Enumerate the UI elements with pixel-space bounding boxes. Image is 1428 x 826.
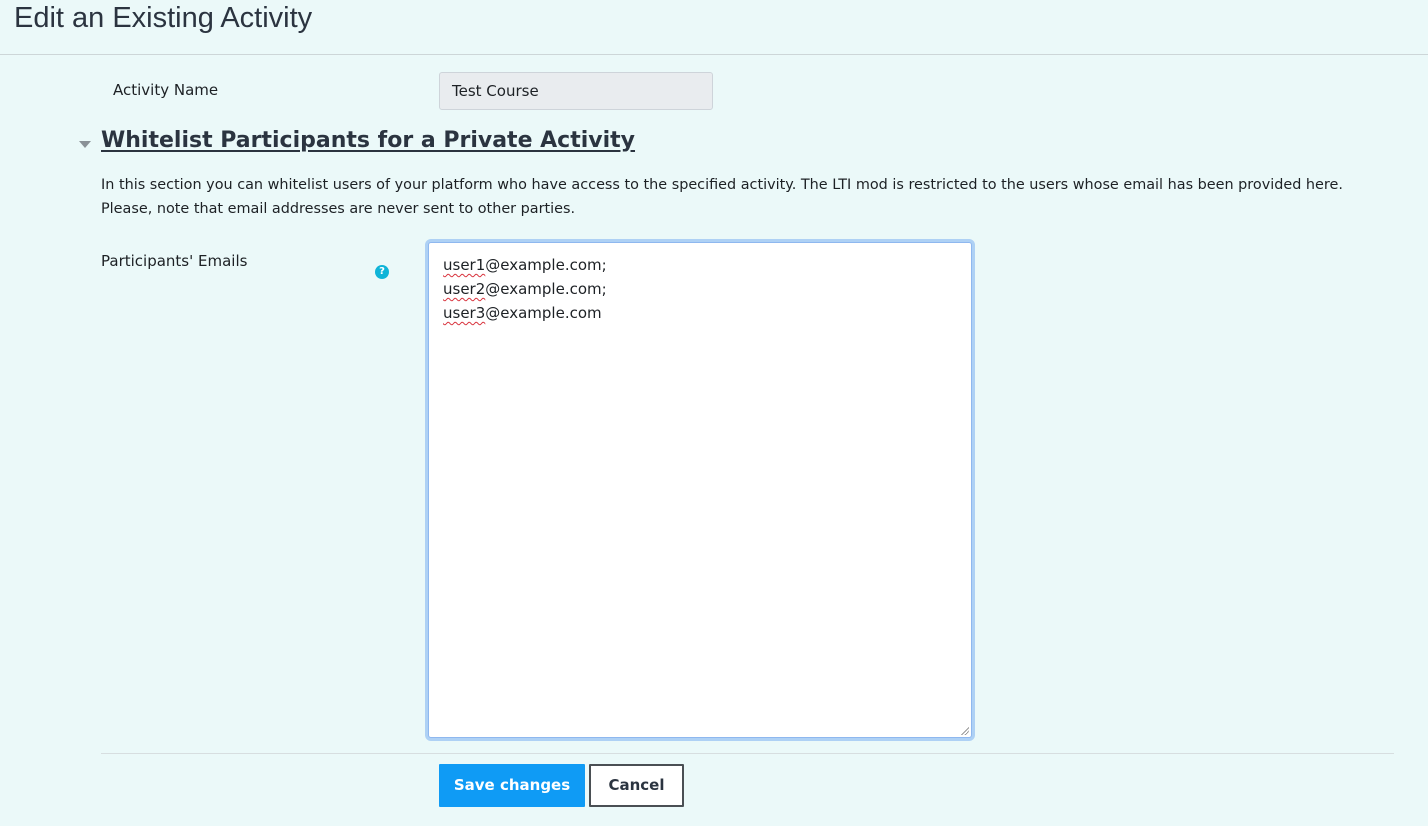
email-domain: @example.com: [485, 304, 602, 322]
activity-name-label: Activity Name: [113, 81, 219, 99]
activity-name-input[interactable]: Test Course: [439, 72, 713, 110]
collapse-toggle-icon[interactable]: [79, 141, 91, 148]
email-user: user1: [443, 256, 486, 274]
page-header: Edit an Existing Activity: [0, 0, 1428, 55]
email-line: user1@example.com;: [443, 253, 957, 277]
section-description: In this section you can whitelist users …: [101, 177, 1343, 217]
participants-emails-textarea[interactable]: user1@example.com; user2@example.com; us…: [428, 242, 972, 738]
email-domain: @example.com;: [485, 280, 607, 298]
question-circle-icon[interactable]: ?: [375, 265, 389, 279]
participants-emails-label: Participants' Emails: [101, 252, 248, 270]
resize-grip-icon[interactable]: [960, 726, 969, 735]
page-title: Edit an Existing Activity: [14, 2, 313, 34]
form-divider: [101, 753, 1394, 754]
page: Edit an Existing Activity Activity Name …: [0, 0, 1428, 826]
email-user: user3: [443, 304, 486, 322]
email-user: user2: [443, 280, 486, 298]
email-line: user2@example.com;: [443, 277, 957, 301]
email-line: user3@example.com: [443, 301, 957, 325]
section-heading-whitelist[interactable]: Whitelist Participants for a Private Act…: [101, 128, 635, 153]
cancel-button[interactable]: Cancel: [589, 764, 684, 807]
email-domain: @example.com;: [485, 256, 607, 274]
save-changes-button[interactable]: Save changes: [439, 764, 585, 807]
